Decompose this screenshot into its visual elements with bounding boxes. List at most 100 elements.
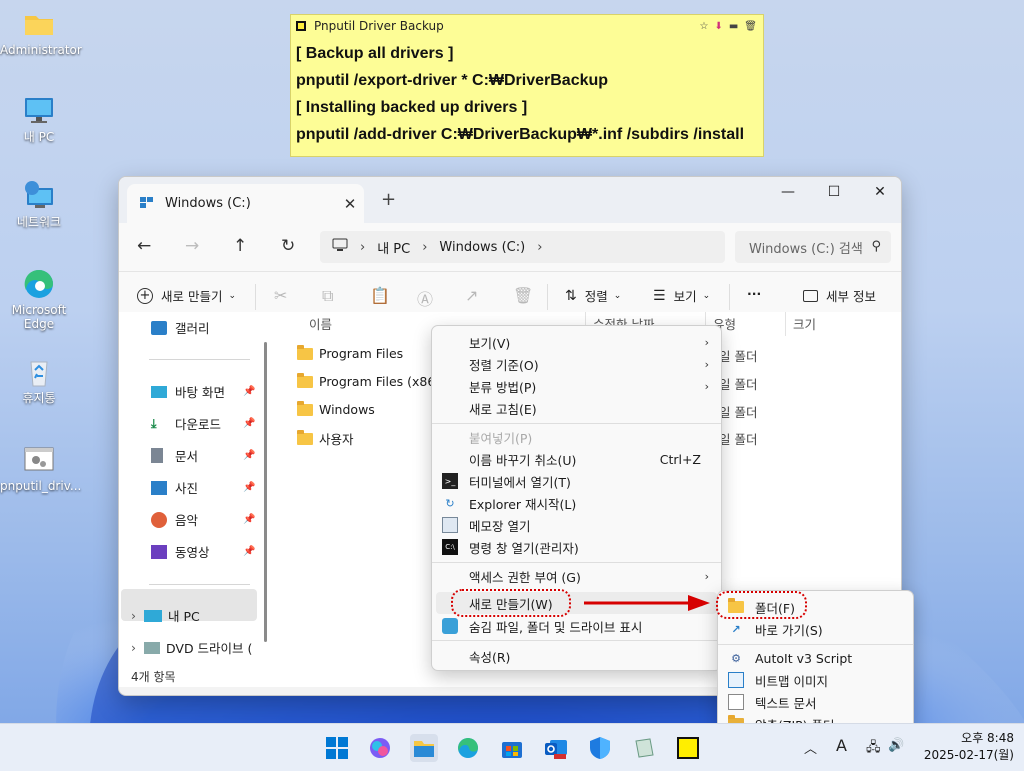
column-header-size[interactable]: 크기 — [793, 314, 816, 333]
context-menu[interactable]: 보기(V) › 정렬 기준(O) › 분류 방법(P) › 새로 고침(E) 붙여넣기… — [431, 325, 722, 671]
column-header-name[interactable]: 이름 — [309, 314, 332, 333]
clock[interactable]: 오후 8:48 2025-02-17(월) — [924, 730, 1014, 764]
sticky-body[interactable]: [ Backup all drivers ] pnputil /export-d… — [291, 37, 763, 148]
pin-icon[interactable]: 📌 — [243, 514, 255, 525]
network-tray-icon[interactable]: 🖧 — [866, 738, 881, 760]
minimize-icon[interactable]: ▬ — [729, 21, 738, 32]
star-icon[interactable]: ☆ — [699, 21, 708, 32]
maximize-button[interactable]: ☐ — [811, 177, 857, 207]
sidebar-item-pictures[interactable]: 사진 📌 — [151, 478, 255, 497]
desktop-icon-edge[interactable]: Microsoft Edge — [0, 268, 78, 331]
pin-icon[interactable]: 📌 — [243, 386, 255, 397]
close-button[interactable]: ✕ — [857, 177, 901, 207]
sidebar-item-music[interactable]: 음악 📌 — [151, 510, 255, 529]
cut-icon[interactable]: ✂ — [274, 286, 287, 305]
menu-item-undo-rename[interactable]: 이름 바꾸기 취소(U) Ctrl+Z — [432, 448, 721, 470]
menu-item-give-access[interactable]: 액세스 권한 부여 (G) › — [432, 565, 721, 587]
submenu-item-bitmap[interactable]: 비트맵 이미지 — [718, 669, 913, 691]
desktop-icon-this-pc[interactable]: 내 PC — [0, 95, 78, 144]
delete-icon[interactable]: 🗑 — [513, 286, 533, 305]
minimize-button[interactable]: — — [765, 177, 811, 207]
menu-item-paste[interactable]: 붙여넣기(P) — [432, 426, 721, 448]
more-options-button[interactable]: ··· — [747, 286, 761, 301]
submenu-item-shortcut[interactable]: ↗ 바로 가기(S) — [718, 618, 913, 640]
tab-windows-c[interactable]: Windows (C:) ✕ — [127, 184, 364, 223]
pin-icon[interactable]: 📌 — [243, 418, 255, 429]
sidebar-item-videos[interactable]: 동영상 📌 — [151, 542, 255, 561]
sticky-notes-taskbar-icon[interactable] — [674, 734, 702, 762]
submenu-item-autoit-script[interactable]: ⚙ AutoIt v3 Script — [718, 647, 913, 669]
title-bar[interactable]: Windows (C:) ✕ + — ☐ ✕ — [119, 177, 901, 223]
menu-item-sort[interactable]: 정렬 기준(O) › — [432, 353, 721, 375]
desktop-icon-recycle-bin[interactable]: 휴지통 — [0, 356, 78, 405]
sidebar-item-this-pc[interactable]: › 내 PC — [131, 606, 200, 625]
trash-icon[interactable]: 🗑 — [744, 21, 757, 32]
desktop-icon-administrator[interactable]: Administrator — [0, 8, 82, 57]
rename-icon[interactable]: Ⓐ — [417, 286, 433, 310]
menu-item-open-notepad[interactable]: 메모장 열기 — [432, 514, 721, 536]
copy-icon[interactable]: ⧉ — [322, 286, 333, 306]
store-icon[interactable] — [498, 734, 526, 762]
close-tab-icon[interactable]: ✕ — [336, 195, 364, 213]
new-tab-button[interactable]: + — [381, 189, 396, 210]
app-taskbar-icon[interactable] — [630, 734, 658, 762]
menu-item-view[interactable]: 보기(V) › — [432, 331, 721, 353]
address-bar[interactable]: › 내 PC › Windows (C:) › — [320, 231, 725, 263]
chevron-up-icon[interactable]: ︿ — [804, 738, 817, 757]
menu-item-restart-explorer[interactable]: ↻ Explorer 재시작(L) — [432, 492, 721, 514]
menu-item-properties[interactable]: 속성(R) — [432, 645, 721, 667]
sidebar-scrollbar[interactable] — [264, 342, 267, 642]
menu-item-open-terminal[interactable]: >_ 터미널에서 열기(T) — [432, 470, 721, 492]
outlook-icon[interactable] — [542, 734, 570, 762]
pin-icon[interactable]: 📌 — [243, 546, 255, 557]
desktop-icon-pnputil-batch[interactable]: pnputil_driv... — [0, 444, 81, 493]
view-button[interactable]: ☰ 보기 ⌄ — [653, 286, 710, 305]
chevron-right-icon[interactable]: › — [131, 608, 136, 623]
submenu-item-text-document[interactable]: 텍스트 문서 — [718, 691, 913, 713]
pin-icon[interactable]: 📌 — [243, 482, 255, 493]
menu-item-group[interactable]: 분류 방법(P) › — [432, 375, 721, 397]
defender-icon[interactable] — [586, 734, 614, 762]
sticky-note[interactable]: Pnputil Driver Backup ☆ ⬇ ▬ 🗑 [ Backup a… — [290, 14, 764, 157]
sidebar-item-documents[interactable]: 문서 📌 — [151, 446, 255, 465]
pin-icon[interactable]: 📌 — [243, 450, 255, 461]
paste-icon[interactable]: 📋 — [370, 286, 390, 305]
sidebar-item-gallery[interactable]: 갤러리 — [151, 318, 210, 337]
menu-item-show-hidden[interactable]: 숨김 파일, 폴더 및 드라이브 표시 — [432, 615, 721, 637]
sticky-titlebar[interactable]: Pnputil Driver Backup ☆ ⬇ ▬ 🗑 — [291, 15, 763, 37]
menu-item-refresh[interactable]: 새로 고침(E) — [432, 397, 721, 419]
list-item[interactable]: Program Files (x86) — [297, 372, 440, 389]
sort-button[interactable]: ⇅ 정렬 ⌄ — [565, 286, 621, 305]
search-input[interactable]: Windows (C:) 검색 ⚲ — [735, 231, 891, 263]
edge-taskbar-icon[interactable] — [454, 734, 482, 762]
list-item[interactable]: Windows — [297, 400, 375, 417]
file-explorer-taskbar-icon[interactable] — [410, 734, 438, 762]
copilot-icon[interactable] — [366, 734, 394, 762]
refresh-icon[interactable]: ↻ — [281, 236, 295, 256]
back-icon[interactable]: ← — [137, 236, 151, 256]
pin-icon[interactable]: ⬇ — [714, 21, 722, 32]
breadcrumb-this-pc[interactable]: 내 PC — [377, 238, 410, 257]
navigation-pane[interactable]: 갤러리 바탕 화면 📌 ⤓ 다운로드 📌 문서 📌 사진 📌 음악 📌 동영상 … — [119, 312, 259, 658]
forward-icon[interactable]: → — [185, 236, 199, 256]
breadcrumb-windows-c[interactable]: Windows (C:) — [439, 240, 525, 255]
list-item[interactable]: Program Files — [297, 344, 403, 361]
start-button[interactable] — [323, 734, 351, 762]
menu-item-open-cmd-admin[interactable]: C:\ 명령 창 열기(관리자) — [432, 536, 721, 558]
sidebar-item-desktop[interactable]: 바탕 화면 📌 — [151, 382, 255, 401]
sidebar-item-downloads[interactable]: ⤓ 다운로드 📌 — [151, 414, 255, 433]
desktop-icon-network[interactable]: 네트워크 — [0, 180, 78, 229]
chevron-right-icon[interactable]: › — [537, 240, 542, 255]
chevron-right-icon[interactable]: › — [360, 240, 365, 255]
list-item[interactable]: 사용자 — [297, 429, 354, 448]
share-icon[interactable]: ↗ — [465, 286, 478, 305]
new-button[interactable]: + 새로 만들기 ⌄ — [137, 286, 236, 305]
chevron-right-icon[interactable]: › — [131, 640, 136, 655]
chevron-right-icon[interactable]: › — [422, 240, 427, 255]
volume-icon[interactable]: 🔊 — [888, 738, 904, 753]
ime-indicator[interactable]: A — [836, 736, 847, 755]
up-icon[interactable]: ↑ — [233, 236, 247, 256]
details-pane-button[interactable]: 세부 정보 — [803, 286, 876, 305]
sidebar-item-dvd[interactable]: › DVD 드라이브 ( — [131, 638, 252, 657]
sticky-menu-icon[interactable] — [296, 21, 306, 31]
